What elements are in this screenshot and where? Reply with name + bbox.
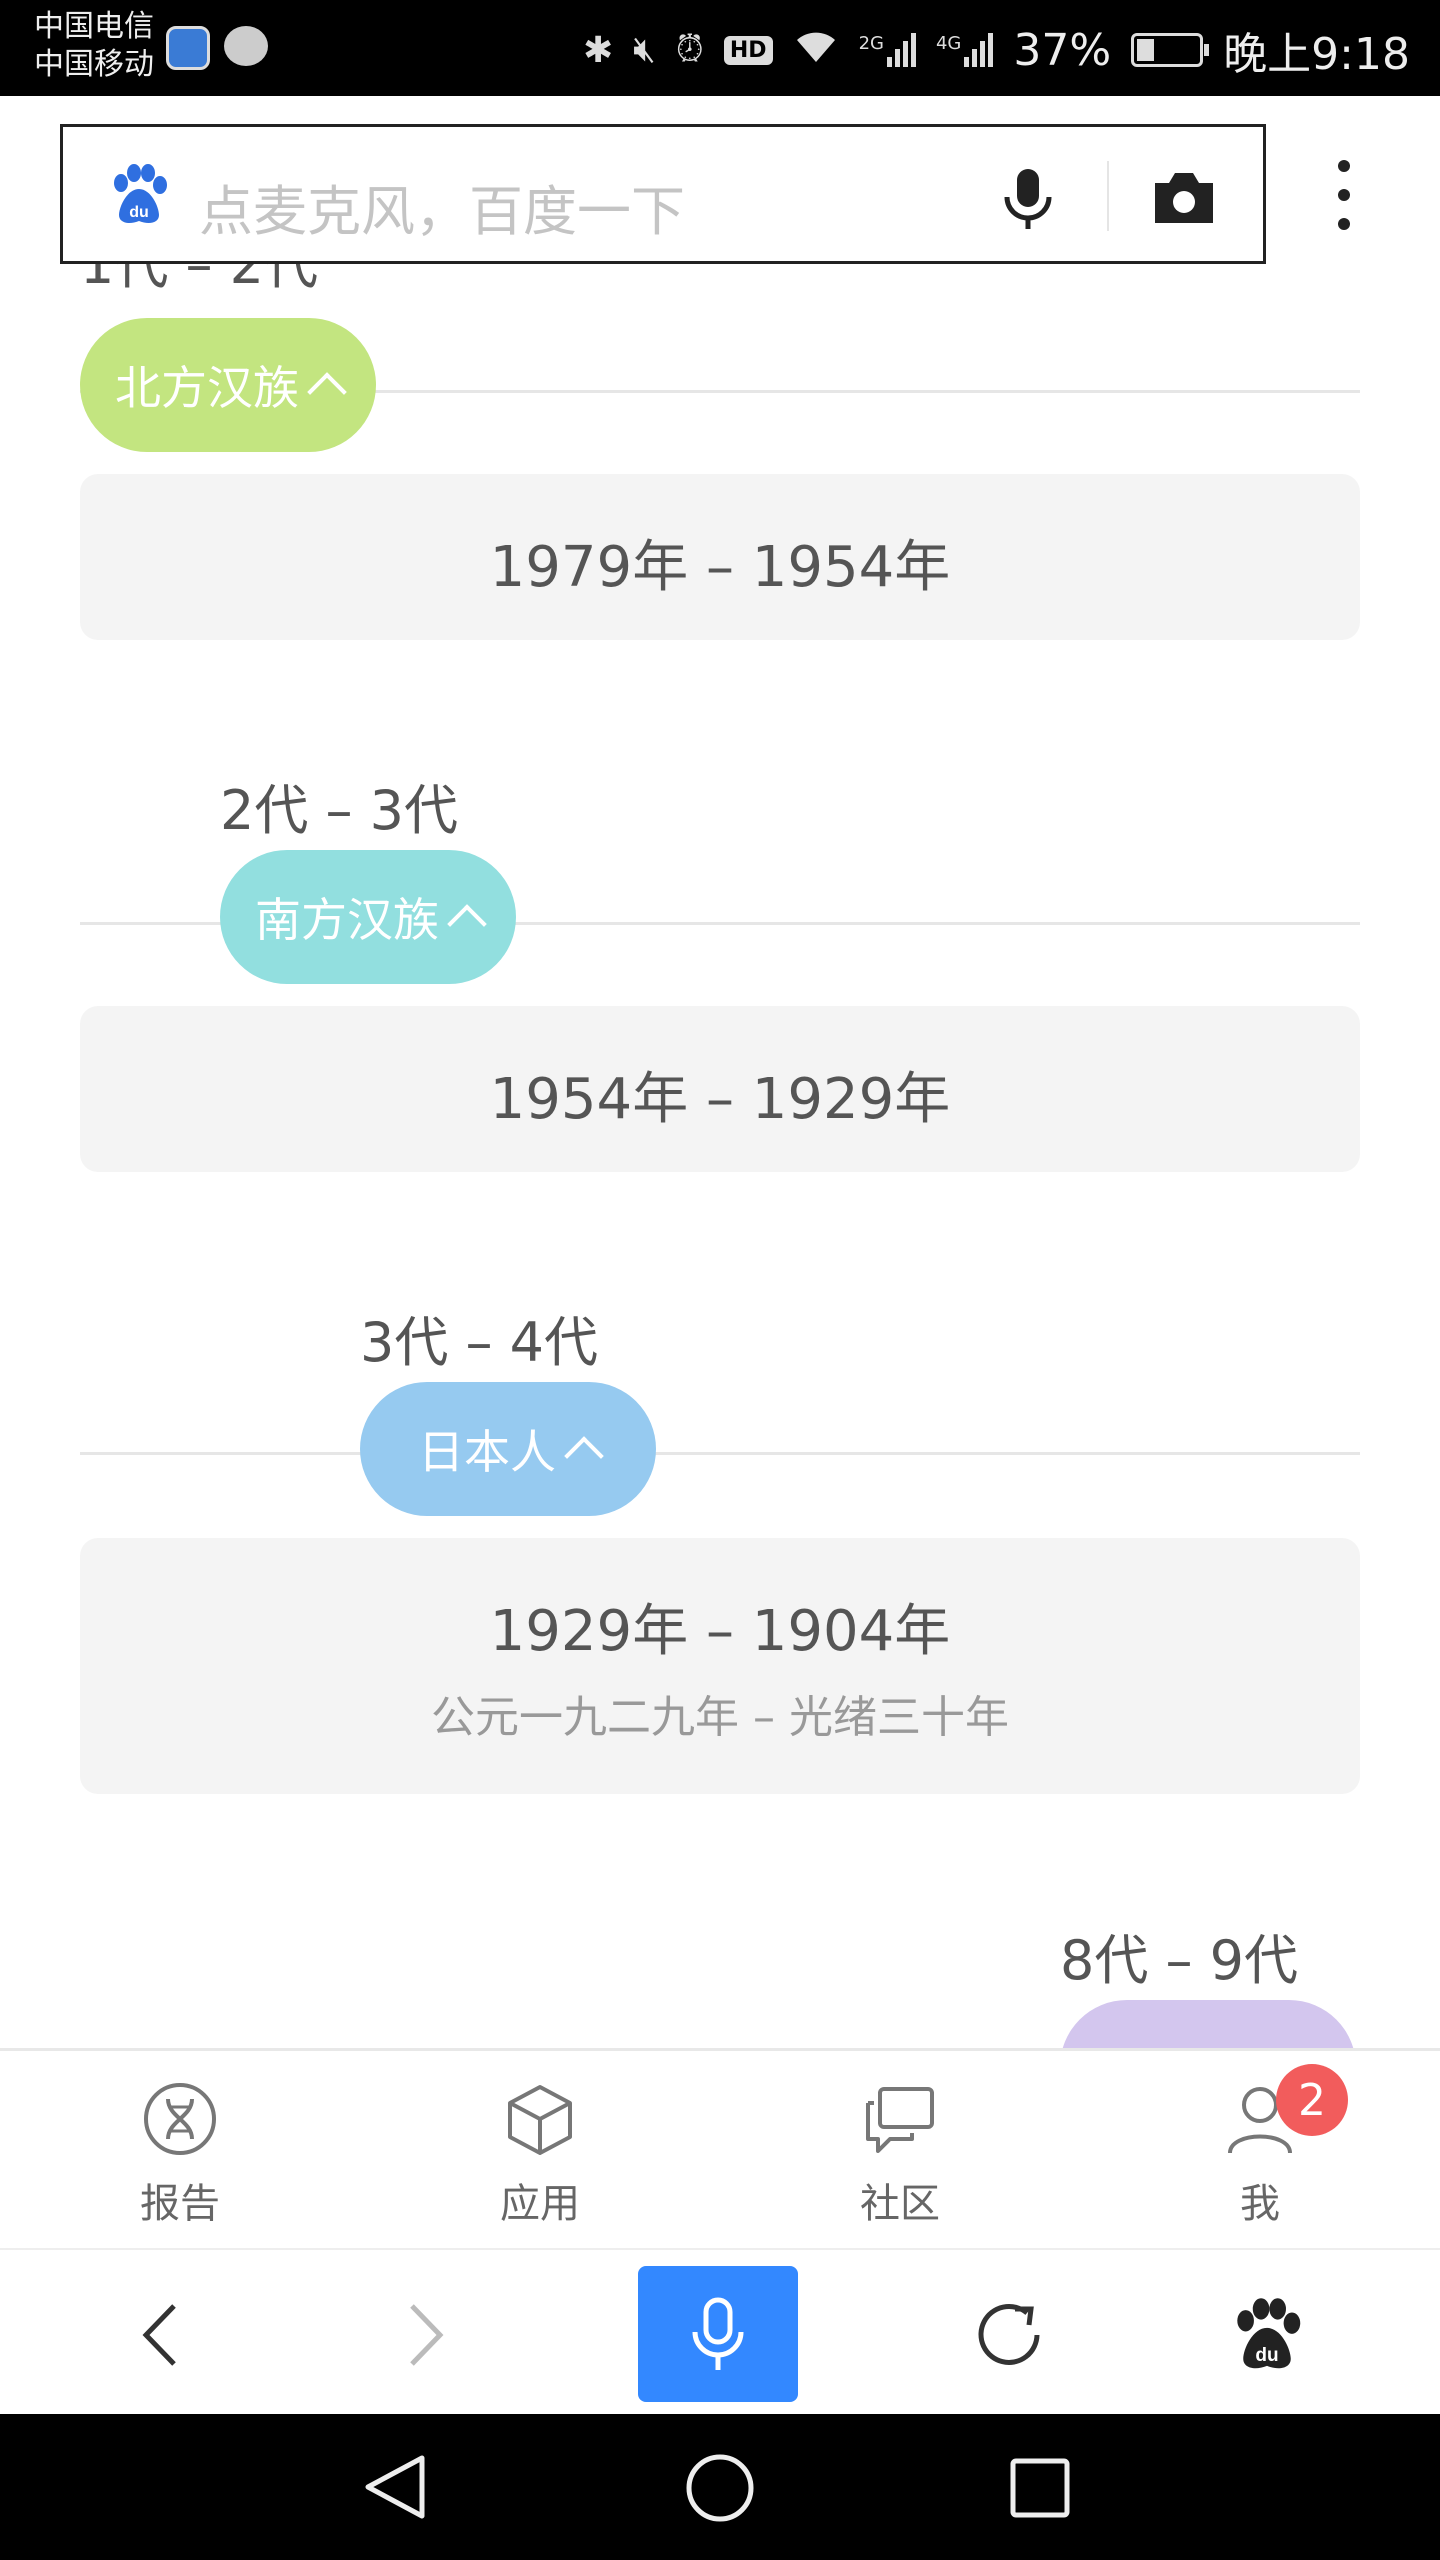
status-indicators: ✱ 🔇︎ ⏰︎ HD 2G 4G 37% 晚上9:18	[583, 18, 1410, 82]
generation-label: 2代 – 3代	[220, 779, 459, 842]
microphone-icon	[692, 2297, 744, 2370]
microphone-icon[interactable]	[993, 163, 1063, 233]
generation-label-partial: 1代 – 2代	[80, 264, 319, 296]
voice-search-button[interactable]	[638, 2266, 798, 2402]
chevron-up-icon	[564, 1436, 604, 1476]
tab-label: 应用	[500, 2181, 580, 2227]
ethnicity-pill-1[interactable]: 北方汉族	[80, 318, 376, 452]
timeline-line	[80, 1452, 1360, 1455]
signal-4g-icon: 4G	[935, 33, 994, 67]
pill-label: 南方汉族	[255, 893, 439, 947]
clock: 晚上9:18	[1223, 29, 1410, 80]
battery-icon	[1131, 33, 1210, 67]
network-2-label: 4G	[935, 33, 962, 54]
alarm-icon: ⏰︎	[675, 29, 704, 70]
back-triangle-icon[interactable]	[360, 2452, 430, 2522]
carrier-1: 中国电信	[34, 9, 154, 44]
recents-square-icon[interactable]	[1008, 2456, 1072, 2520]
pill-label: 北方汉族	[115, 361, 299, 415]
hd-icon: HD	[723, 35, 773, 65]
wifi-icon	[793, 28, 839, 73]
tab-label: 我	[1240, 2181, 1280, 2227]
search-input[interactable]: 点麦克风，百度一下	[199, 167, 685, 246]
baidu-logo-icon: du	[114, 164, 167, 223]
period-years: 1954年 – 1929年	[489, 1067, 951, 1132]
status-bar: 中国电信 中国移动 ✱ 🔇︎ ⏰︎ HD 2G 4G 37% 晚上9:18	[0, 0, 1440, 96]
baidu-home-button[interactable]: du	[1212, 2280, 1322, 2390]
timeline: 1代 – 2代 北方汉族 1979年 – 1954年 2代 – 3代 南方汉族 …	[0, 264, 1440, 2048]
mute-icon: 🔇︎	[633, 29, 656, 70]
generation-label: 3代 – 4代	[360, 1311, 599, 1374]
period-subtitle: 公元一九二九年 – 光绪三十年	[431, 1692, 1009, 1743]
pill-label: 日本人	[418, 1425, 556, 1479]
chevron-right-icon	[410, 2304, 444, 2366]
back-button[interactable]	[106, 2280, 216, 2390]
notification-badge: 2	[1276, 2064, 1348, 2136]
period-years: 1929年 – 1904年	[489, 1599, 951, 1664]
carrier-info: 中国电信 中国移动	[34, 8, 154, 84]
more-menu-icon[interactable]	[1330, 160, 1358, 230]
search-divider	[1107, 161, 1109, 231]
bluetooth-icon: ✱	[582, 29, 614, 71]
home-circle-icon[interactable]	[684, 2452, 756, 2524]
network-1-label: 2G	[858, 33, 884, 54]
video-app-icon	[166, 26, 210, 70]
baidu-paw-icon: du	[1237, 2298, 1301, 2369]
search-bar[interactable]: du 点麦克风，百度一下	[60, 124, 1266, 264]
chevron-up-icon	[307, 372, 347, 412]
refresh-button[interactable]	[954, 2280, 1064, 2390]
camera-icon[interactable]	[1149, 167, 1219, 227]
ethnicity-pill-4[interactable]	[1060, 2000, 1356, 2048]
tab-apps[interactable]: 应用	[440, 2081, 640, 2229]
cube-icon	[508, 2085, 572, 2155]
svg-text:du: du	[129, 204, 149, 221]
browser-nav-bar: du	[0, 2248, 1440, 2416]
tab-report[interactable]: 报告	[80, 2081, 280, 2229]
chevron-up-icon	[447, 904, 487, 944]
system-nav-bar	[0, 2414, 1440, 2560]
dna-icon	[144, 2083, 216, 2155]
period-years: 1979年 – 1954年	[489, 535, 951, 600]
chat-icon	[866, 2087, 934, 2153]
message-icon	[224, 26, 268, 66]
tab-label: 报告	[140, 2181, 220, 2227]
ethnicity-pill-3[interactable]: 日本人	[360, 1382, 656, 1516]
chevron-left-icon	[142, 2304, 176, 2366]
forward-button[interactable]	[370, 2280, 480, 2390]
bottom-tab-bar: 报告 应用 社区 我	[0, 2048, 1440, 2251]
refresh-icon	[978, 2304, 1040, 2365]
ethnicity-pill-2[interactable]: 南方汉族	[220, 850, 516, 984]
notification-icons	[166, 26, 268, 70]
period-card-2: 1954年 – 1929年	[80, 1006, 1360, 1172]
svg-text:du: du	[1255, 2345, 1278, 2366]
carrier-2: 中国移动	[34, 47, 154, 82]
generation-label: 8代 – 9代	[1060, 1929, 1299, 1992]
signal-2g-icon: 2G	[859, 33, 916, 67]
period-card-3: 1929年 – 1904年 公元一九二九年 – 光绪三十年	[80, 1538, 1360, 1794]
period-card-1: 1979年 – 1954年	[80, 474, 1360, 640]
battery-percent: 37%	[1013, 24, 1112, 76]
tab-label: 社区	[860, 2181, 940, 2227]
tab-community[interactable]: 社区	[800, 2081, 1000, 2229]
